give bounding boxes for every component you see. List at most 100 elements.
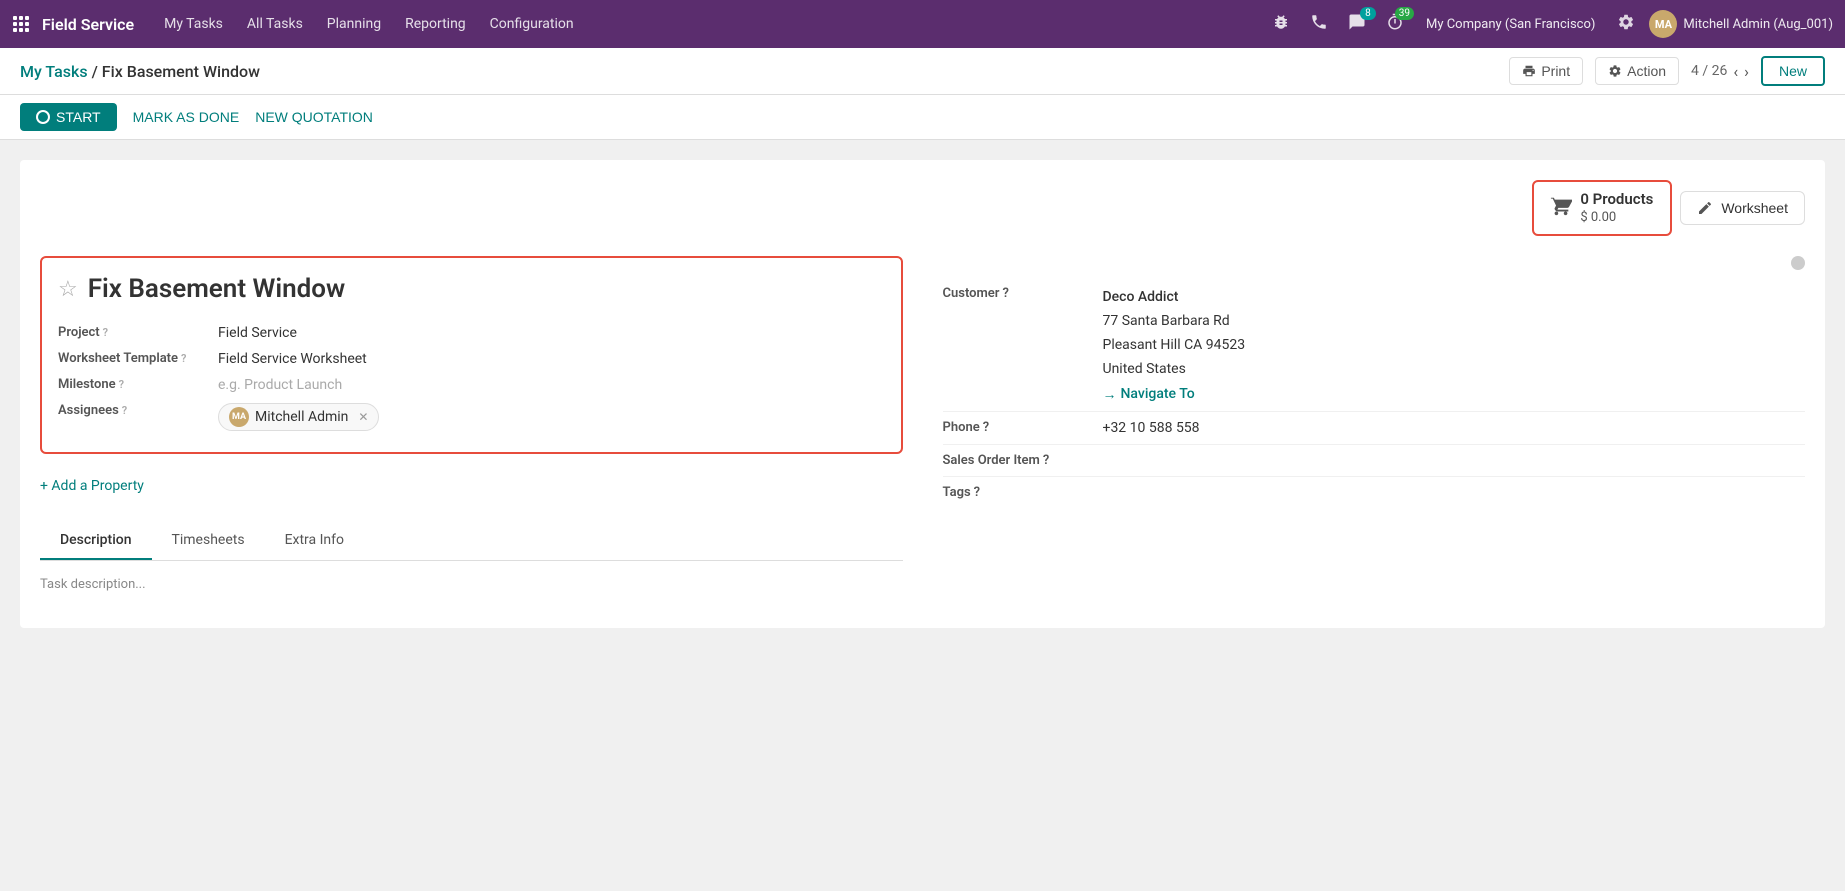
products-widget[interactable]: 0 Products $ 0.00 [1532, 180, 1672, 236]
phone-help-icon[interactable]: ? [983, 420, 989, 435]
worksheet-button[interactable]: Worksheet [1680, 191, 1805, 225]
company-name: My Company (San Francisco) [1426, 17, 1595, 32]
main-content: 0 Products $ 0.00 Worksheet ☆ Fix Baseme… [0, 140, 1845, 891]
form-body: ☆ Fix Basement Window Project ? Field Se… [40, 256, 1805, 608]
customer-row: Customer ? Deco Addict 77 Santa Barbara … [943, 278, 1806, 411]
sub-action-bar: START MARK AS DONE NEW QUOTATION [0, 95, 1845, 140]
worksheet-template-help-icon[interactable]: ? [181, 352, 186, 365]
milestone-input[interactable]: e.g. Product Launch [218, 377, 885, 393]
status-circle [1791, 256, 1805, 270]
worksheet-template-row: Worksheet Template ? Field Service Works… [58, 346, 885, 372]
phone-value[interactable]: +32 10 588 558 [1103, 420, 1806, 436]
star-icon[interactable]: ☆ [58, 277, 78, 302]
pagination-text: 4 / 26 [1691, 63, 1727, 79]
settings-icon[interactable] [1617, 13, 1635, 35]
sales-order-label: Sales Order Item ? [943, 453, 1103, 468]
cart-icon [1550, 195, 1572, 222]
pagination: 4 / 26 ‹ › [1691, 62, 1749, 81]
nav-planning[interactable]: Planning [317, 12, 391, 36]
worksheet-label: Worksheet [1721, 200, 1788, 216]
sales-order-help-icon[interactable]: ? [1043, 453, 1049, 468]
timer-badge: 39 [1395, 7, 1414, 20]
assignees-label: Assignees ? [58, 403, 218, 418]
project-value[interactable]: Field Service [218, 325, 885, 341]
prev-button[interactable]: ‹ [1733, 62, 1738, 81]
tab-description[interactable]: Description [40, 522, 152, 560]
assignee-chip[interactable]: MA Mitchell Admin ✕ [218, 403, 379, 431]
project-label: Project ? [58, 325, 218, 340]
navigate-to-button[interactable]: → Navigate To [1103, 386, 1806, 403]
project-help-icon[interactable]: ? [103, 326, 108, 339]
chat-icon[interactable]: 8 [1342, 9, 1372, 39]
worksheet-template-value[interactable]: Field Service Worksheet [218, 351, 885, 367]
customer-name[interactable]: Deco Addict [1103, 286, 1806, 310]
assignees-row: Assignees ? MA Mitchell Admin ✕ [58, 398, 885, 436]
breadcrumb-parent[interactable]: My Tasks [20, 62, 88, 81]
product-price: $ 0.00 [1580, 210, 1653, 227]
navigate-to-label: Navigate To [1121, 386, 1195, 402]
assignee-name: Mitchell Admin [255, 409, 348, 425]
customer-address-line1: 77 Santa Barbara Rd [1103, 310, 1806, 334]
customer-value: Deco Addict 77 Santa Barbara Rd Pleasant… [1103, 286, 1806, 402]
assignees-help-icon[interactable]: ? [122, 404, 127, 417]
form-left: ☆ Fix Basement Window Project ? Field Se… [40, 256, 903, 608]
avatar: MA [1649, 10, 1677, 38]
tab-extra-info[interactable]: Extra Info [265, 522, 364, 560]
tags-label: Tags ? [943, 485, 1103, 500]
tab-content: Task description... [40, 561, 903, 608]
customer-help-icon[interactable]: ? [1002, 286, 1008, 301]
action-button[interactable]: Action [1595, 57, 1679, 85]
phone-label: Phone ? [943, 420, 1103, 435]
product-info: 0 Products $ 0.00 [1580, 190, 1653, 226]
task-title[interactable]: Fix Basement Window [88, 274, 345, 304]
milestone-label: Milestone ? [58, 377, 218, 392]
next-button[interactable]: › [1744, 62, 1749, 81]
nav-my-tasks[interactable]: My Tasks [154, 12, 233, 36]
phone-row: Phone ? +32 10 588 558 [943, 412, 1806, 445]
app-name: Field Service [42, 15, 134, 34]
customer-address: Deco Addict 77 Santa Barbara Rd Pleasant… [1103, 286, 1806, 381]
breadcrumb-separator: / [92, 62, 102, 81]
form-right: Customer ? Deco Addict 77 Santa Barbara … [943, 256, 1806, 608]
grid-icon[interactable] [12, 15, 30, 33]
form-card: 0 Products $ 0.00 Worksheet ☆ Fix Baseme… [20, 160, 1825, 628]
left-section-box: ☆ Fix Basement Window Project ? Field Se… [40, 256, 903, 454]
bug-icon[interactable] [1266, 9, 1296, 39]
chat-badge: 8 [1360, 7, 1376, 20]
nav-all-tasks[interactable]: All Tasks [237, 12, 313, 36]
project-row: Project ? Field Service [58, 320, 885, 346]
arrow-icon: → [1103, 386, 1117, 403]
top-navigation: Field Service My Tasks All Tasks Plannin… [0, 0, 1845, 48]
breadcrumb-current: Fix Basement Window [102, 62, 260, 81]
worksheet-template-label: Worksheet Template ? [58, 351, 218, 366]
task-title-row: ☆ Fix Basement Window [58, 274, 885, 304]
new-quotation-button[interactable]: NEW QUOTATION [255, 109, 373, 125]
milestone-help-icon[interactable]: ? [119, 378, 124, 391]
customer-section: Customer ? Deco Addict 77 Santa Barbara … [943, 278, 1806, 507]
breadcrumb: My Tasks / Fix Basement Window [20, 62, 1509, 81]
action-label: Action [1627, 63, 1666, 79]
start-label: START [56, 109, 101, 125]
timer-icon[interactable]: 39 [1380, 9, 1410, 39]
add-property-button[interactable]: + Add a Property [40, 470, 144, 502]
product-count: 0 Products [1580, 190, 1653, 210]
nav-reporting[interactable]: Reporting [395, 12, 476, 36]
remove-assignee-button[interactable]: ✕ [358, 410, 368, 424]
user-name: Mitchell Admin (Aug_001) [1683, 17, 1833, 32]
sales-order-row: Sales Order Item ? [943, 445, 1806, 477]
customer-address-line3: United States [1103, 358, 1806, 382]
print-button[interactable]: Print [1509, 57, 1583, 85]
tabs-row: Description Timesheets Extra Info [40, 522, 903, 561]
tags-help-icon[interactable]: ? [974, 485, 980, 500]
assignees-value: MA Mitchell Admin ✕ [218, 403, 885, 431]
new-button[interactable]: New [1761, 56, 1825, 86]
mark-done-button[interactable]: MARK AS DONE [133, 109, 240, 125]
start-button[interactable]: START [20, 103, 117, 131]
breadcrumb-bar: My Tasks / Fix Basement Window Print Act… [0, 48, 1845, 95]
phone-icon[interactable] [1304, 9, 1334, 39]
tab-timesheets[interactable]: Timesheets [152, 522, 265, 560]
nav-configuration[interactable]: Configuration [480, 12, 584, 36]
user-info[interactable]: MA Mitchell Admin (Aug_001) [1649, 10, 1833, 38]
widget-bar: 0 Products $ 0.00 Worksheet [40, 180, 1805, 236]
customer-address-line2: Pleasant Hill CA 94523 [1103, 334, 1806, 358]
